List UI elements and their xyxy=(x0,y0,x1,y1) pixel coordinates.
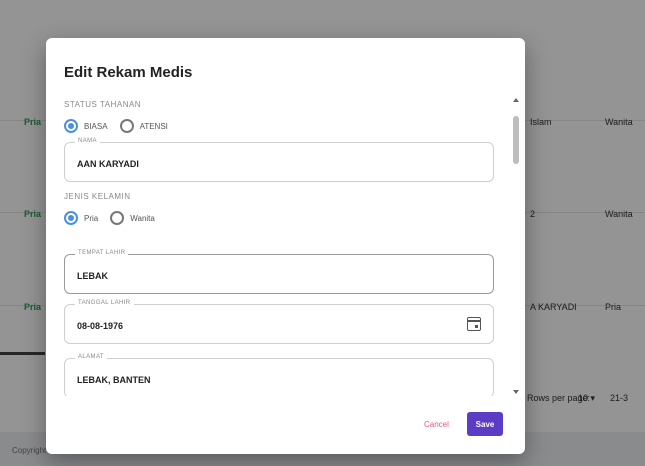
save-button[interactable]: Save xyxy=(467,412,503,436)
tempat-lahir-field[interactable]: TEMPAT LAHIR LEBAK xyxy=(64,250,494,294)
scroll-up-arrow-icon[interactable] xyxy=(513,98,519,102)
alamat-field-label: ALAMAT xyxy=(75,354,107,360)
tanggal-lahir-field[interactable]: TANGGAL LAHIR 08-08-1976 xyxy=(64,300,494,344)
scroll-down-arrow-icon[interactable] xyxy=(513,390,519,394)
dialog-form: STATUS TAHANAN BIASA ATENSI NAMA AAN KAR… xyxy=(46,96,525,396)
dialog-scrollbar[interactable] xyxy=(513,98,519,394)
radio-biasa-label: BIASA xyxy=(84,121,108,131)
scroll-thumb[interactable] xyxy=(513,116,519,164)
tanggal-lahir-field-label: TANGGAL LAHIR xyxy=(75,300,134,306)
tempat-lahir-field-label: TEMPAT LAHIR xyxy=(75,250,129,256)
tempat-lahir-field-value: LEBAK xyxy=(77,271,108,281)
radio-wanita[interactable] xyxy=(110,211,125,225)
status-tahanan-label: STATUS TAHANAN xyxy=(64,100,142,109)
jenis-kelamin-label: JENIS KELAMIN xyxy=(64,192,131,201)
nama-field[interactable]: NAMA AAN KARYADI xyxy=(64,138,494,182)
alamat-field-value: LEBAK, BANTEN xyxy=(77,375,151,385)
radio-biasa[interactable] xyxy=(64,119,78,133)
radio-pria-label: Pria xyxy=(84,213,99,223)
nama-field-label: NAMA xyxy=(75,138,100,144)
radio-pria[interactable] xyxy=(64,211,78,225)
edit-rekam-medis-dialog: Edit Rekam Medis STATUS TAHANAN BIASA AT… xyxy=(46,38,525,454)
radio-atensi[interactable] xyxy=(119,119,134,133)
jenis-kelamin-group: Pria Wanita xyxy=(64,210,167,226)
calendar-icon[interactable] xyxy=(467,317,481,331)
tanggal-lahir-field-value: 08-08-1976 xyxy=(77,321,124,331)
status-tahanan-group: BIASA ATENSI xyxy=(64,118,180,134)
dialog-title: Edit Rekam Medis xyxy=(64,64,193,81)
alamat-field[interactable]: ALAMAT LEBAK, BANTEN xyxy=(64,354,494,396)
cancel-button[interactable]: Cancel xyxy=(416,412,457,436)
nama-field-value: AAN KARYADI xyxy=(77,159,139,169)
radio-atensi-label: ATENSI xyxy=(139,121,168,131)
radio-wanita-label: Wanita xyxy=(130,213,155,223)
